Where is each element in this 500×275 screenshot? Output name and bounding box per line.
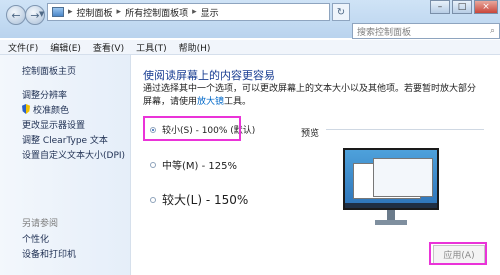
- preview-screen: [343, 148, 439, 210]
- search-icon: ⌕: [489, 26, 495, 36]
- minimize-icon: –: [437, 2, 443, 12]
- option-label: 较大(L) - 150%: [162, 193, 249, 207]
- menu-help[interactable]: 帮助(H): [179, 41, 211, 54]
- menu-bar: 文件(F) 编辑(E) 查看(V) 工具(T) 帮助(H): [0, 40, 500, 55]
- preview-window: [373, 158, 433, 197]
- magnifier-link[interactable]: 放大镜: [197, 97, 224, 107]
- breadcrumb-display[interactable]: 显示: [201, 6, 219, 19]
- breadcrumb-separator: ▸: [116, 7, 122, 17]
- sidebar-item-devices-printers[interactable]: 设备和打印机: [22, 247, 76, 260]
- menu-file[interactable]: 文件(F): [8, 41, 38, 54]
- sidebar-item-label: 校准颜色: [33, 106, 70, 116]
- see-also-title: 另请参阅: [22, 219, 59, 229]
- highlight-box: [429, 242, 487, 265]
- monitor-stand: [387, 210, 395, 220]
- description-text: 通过选择其中一个选项，可以更改屏幕上的文本大小以及其他项。若要暂时放大部分屏幕，…: [143, 84, 477, 107]
- minimize-button[interactable]: –: [430, 0, 450, 14]
- address-bar[interactable]: ▸ 控制面板 ▸ 所有控制面板项 ▸ 显示: [47, 3, 330, 21]
- divider: [326, 129, 484, 130]
- description-text: 工具。: [224, 97, 252, 107]
- maximize-button[interactable]: □: [452, 0, 472, 14]
- search-input[interactable]: 搜索控制面板 ⌕: [352, 23, 500, 39]
- breadcrumb-separator: ▸: [192, 7, 197, 17]
- radio-medium[interactable]: [150, 161, 156, 168]
- refresh-icon: ↻: [336, 6, 346, 18]
- preview-taskbar: [345, 203, 437, 208]
- search-placeholder: 搜索控制面板: [357, 27, 412, 38]
- close-button[interactable]: ×: [474, 0, 498, 14]
- option-larger[interactable]: 较大(L) - 150%: [150, 191, 248, 208]
- history-dropdown-button[interactable]: ▼: [39, 10, 47, 18]
- sidebar-item-cleartype[interactable]: 调整 ClearType 文本: [22, 133, 108, 146]
- back-arrow-icon: ←: [11, 8, 21, 22]
- window-controls: – □ ×: [430, 0, 498, 14]
- maximize-icon: □: [457, 2, 467, 12]
- sidebar-item-calibrate-color[interactable]: 校准颜色: [22, 103, 69, 116]
- description: 通过选择其中一个选项，可以更改屏幕上的文本大小以及其他项。若要暂时放大部分屏幕，…: [143, 83, 483, 109]
- page-title: 使阅读屏幕上的内容更容易: [143, 69, 275, 82]
- breadcrumb-separator: ▸: [68, 7, 73, 17]
- sidebar-item-home[interactable]: 控制面板主页: [22, 64, 76, 77]
- sidebar-item-personalization[interactable]: 个性化: [22, 232, 49, 245]
- sidebar-item-display-settings[interactable]: 更改显示器设置: [22, 118, 85, 131]
- preview-monitor: [343, 148, 439, 230]
- breadcrumb-control-panel[interactable]: 控制面板: [77, 6, 113, 19]
- sidebar-item-dpi[interactable]: 设置自定义文本大小(DPI): [22, 148, 125, 161]
- preview-label: 预览: [301, 129, 320, 139]
- back-button[interactable]: ←: [6, 5, 26, 25]
- shield-icon: [22, 104, 30, 114]
- menu-view[interactable]: 查看(V): [93, 41, 124, 54]
- refresh-button[interactable]: ↻: [332, 3, 350, 21]
- control-panel-icon: [52, 7, 64, 17]
- sidebar: 控制面板主页 调整分辨率 校准颜色 更改显示器设置 调整 ClearType 文…: [0, 55, 131, 275]
- option-label: 中等(M) - 125%: [162, 161, 237, 172]
- option-medium[interactable]: 中等(M) - 125%: [150, 157, 237, 172]
- menu-edit[interactable]: 编辑(E): [50, 41, 81, 54]
- monitor-base: [375, 220, 407, 225]
- menu-tools[interactable]: 工具(T): [136, 41, 167, 54]
- sidebar-item-resolution[interactable]: 调整分辨率: [22, 88, 67, 101]
- highlight-box: [143, 116, 241, 141]
- close-icon: ×: [482, 2, 490, 12]
- radio-larger[interactable]: [150, 196, 156, 203]
- title-bar: ← → ▼ ▸ 控制面板 ▸ 所有控制面板项 ▸ 显示 ↻ – □ × 搜索控制…: [0, 0, 500, 39]
- breadcrumb-all-items[interactable]: 所有控制面板项: [125, 6, 188, 19]
